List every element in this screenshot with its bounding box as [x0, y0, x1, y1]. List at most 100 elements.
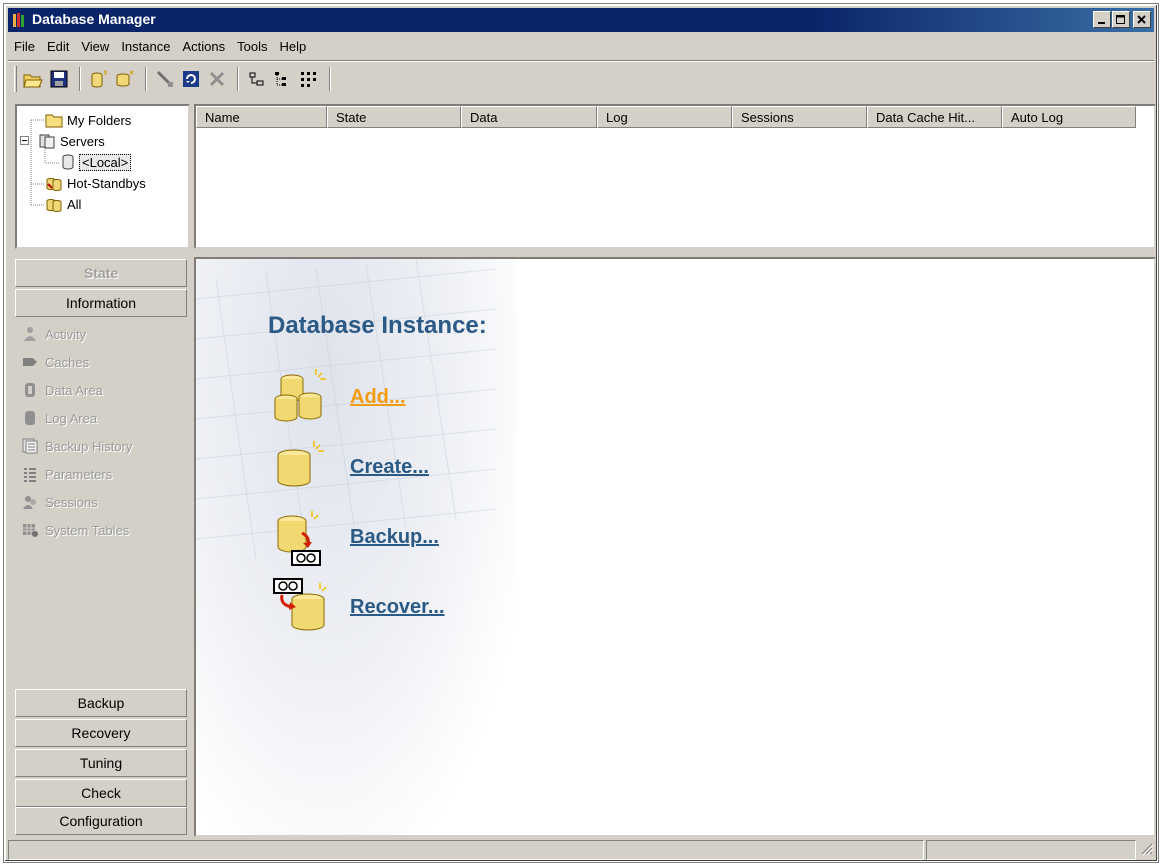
menu-edit[interactable]: Edit — [41, 37, 75, 56]
action-recover[interactable]: Recover... — [272, 577, 445, 637]
details-view-icon — [301, 71, 316, 87]
close-icon — [1137, 14, 1146, 24]
column-log[interactable]: Log — [597, 106, 732, 128]
nav-group-state[interactable]: State — [15, 259, 187, 287]
tree-item-my-folders[interactable]: My Folders — [45, 111, 131, 129]
connect-button[interactable] — [153, 67, 177, 91]
column-name[interactable]: Name — [196, 106, 327, 128]
add-link[interactable]: Add... — [350, 386, 406, 409]
nav-item-sessions[interactable]: Sessions — [21, 489, 98, 515]
main-content: Database Instance: Add... Create... Back… — [194, 257, 1156, 837]
app-icon — [13, 13, 24, 27]
minimize-icon — [1098, 21, 1105, 24]
minimize-button[interactable] — [1093, 11, 1111, 28]
backup-icon — [277, 511, 321, 566]
status-bar — [8, 840, 1154, 860]
column-state[interactable]: State — [327, 106, 461, 128]
list-header: Name State Data Log Sessions Data Cache … — [196, 106, 1154, 128]
nav-group-check[interactable]: Check — [15, 779, 187, 807]
nav-item-data-area[interactable]: Data Area — [21, 377, 103, 403]
connect-plug-icon — [156, 70, 173, 87]
nav-group-recovery[interactable]: Recovery — [15, 719, 187, 747]
create-database-icon — [277, 441, 324, 487]
nav-item-log-area[interactable]: Log Area — [21, 405, 97, 431]
system-tables-icon — [21, 521, 39, 539]
column-data-cache-hit[interactable]: Data Cache Hit... — [867, 106, 1002, 128]
save-button[interactable] — [47, 67, 71, 91]
folder-tree[interactable]: My Folders Servers <Local> Hot-Standbys … — [15, 104, 190, 249]
app-window: Database Manager File Edit View Instance… — [4, 4, 1158, 862]
menu-instance[interactable]: Instance — [115, 37, 176, 56]
view-tree-button[interactable] — [271, 67, 295, 91]
sessions-icon — [21, 493, 39, 511]
tree-view-icon — [275, 71, 286, 86]
tree-item-servers[interactable]: Servers — [20, 132, 105, 150]
caches-icon — [21, 353, 39, 371]
nav-item-system-tables[interactable]: System Tables — [21, 517, 129, 543]
maximize-icon — [1116, 14, 1125, 24]
backup-link[interactable]: Backup... — [350, 526, 439, 549]
delete-button[interactable] — [205, 67, 229, 91]
add-instance-button[interactable] — [87, 67, 111, 91]
hot-standby-icon — [46, 178, 62, 191]
column-data[interactable]: Data — [461, 106, 597, 128]
nav-group-configuration[interactable]: Configuration — [15, 807, 187, 835]
create-link[interactable]: Create... — [350, 456, 429, 479]
database-icon — [62, 154, 74, 170]
recover-link[interactable]: Recover... — [350, 596, 445, 619]
title-bar[interactable]: Database Manager — [8, 8, 1154, 32]
nav-item-activity[interactable]: Activity — [21, 321, 86, 347]
save-icon — [50, 70, 68, 87]
action-add[interactable]: Add... — [272, 367, 406, 427]
nav-group-backup[interactable]: Backup — [15, 689, 187, 717]
open-button[interactable] — [21, 67, 45, 91]
tree-item-hot-standbys[interactable]: Hot-Standbys — [45, 174, 146, 192]
menu-bar: File Edit View Instance Actions Tools He… — [8, 35, 312, 57]
refresh-button[interactable] — [179, 67, 203, 91]
create-instance-button[interactable] — [113, 67, 137, 91]
delete-icon — [209, 71, 225, 86]
menu-actions[interactable]: Actions — [176, 37, 231, 56]
nav-item-caches[interactable]: Caches — [21, 349, 89, 375]
refresh-icon — [183, 70, 199, 87]
view-large-icons-button[interactable] — [245, 67, 269, 91]
instance-list[interactable]: Name State Data Log Sessions Data Cache … — [194, 104, 1156, 249]
database-create-icon — [116, 70, 134, 86]
close-button[interactable] — [1133, 11, 1151, 28]
tree-item-all[interactable]: All — [45, 195, 81, 213]
log-area-icon — [21, 409, 39, 427]
view-details-button[interactable] — [297, 67, 321, 91]
all-databases-icon — [46, 199, 62, 212]
nav-group-tuning[interactable]: Tuning — [15, 749, 187, 777]
column-auto-log[interactable]: Auto Log — [1002, 106, 1136, 128]
status-pane-secondary — [926, 840, 1136, 860]
column-sessions[interactable]: Sessions — [732, 106, 867, 128]
backup-history-icon — [21, 437, 39, 455]
database-add-icon — [91, 69, 107, 87]
toolbar — [8, 60, 1154, 96]
folder-icon — [45, 114, 63, 128]
nav-group-information[interactable]: Information — [15, 289, 187, 317]
menu-help[interactable]: Help — [273, 37, 312, 56]
menu-file[interactable]: File — [8, 37, 41, 56]
task-navigation: State Information Activity Caches Data A… — [15, 257, 190, 837]
add-database-icon — [274, 369, 326, 422]
window-title: Database Manager — [32, 11, 156, 27]
collapse-icon[interactable] — [20, 136, 30, 146]
server-group-icon — [39, 134, 55, 149]
maximize-button[interactable] — [1112, 11, 1130, 28]
action-create[interactable]: Create... — [272, 437, 429, 497]
large-icons-icon — [249, 72, 264, 85]
action-backup[interactable]: Backup... — [272, 507, 439, 567]
activity-icon — [21, 325, 39, 343]
menu-view[interactable]: View — [75, 37, 115, 56]
toolbar-grip[interactable] — [14, 65, 17, 92]
resize-grip-icon[interactable] — [1138, 840, 1154, 858]
parameters-icon — [21, 465, 39, 483]
data-area-icon — [21, 381, 39, 399]
menu-tools[interactable]: Tools — [231, 37, 273, 56]
tree-item-local[interactable]: <Local> — [61, 153, 132, 171]
page-heading: Database Instance: — [268, 312, 487, 339]
nav-item-parameters[interactable]: Parameters — [21, 461, 112, 487]
nav-item-backup-history[interactable]: Backup History — [21, 433, 132, 459]
